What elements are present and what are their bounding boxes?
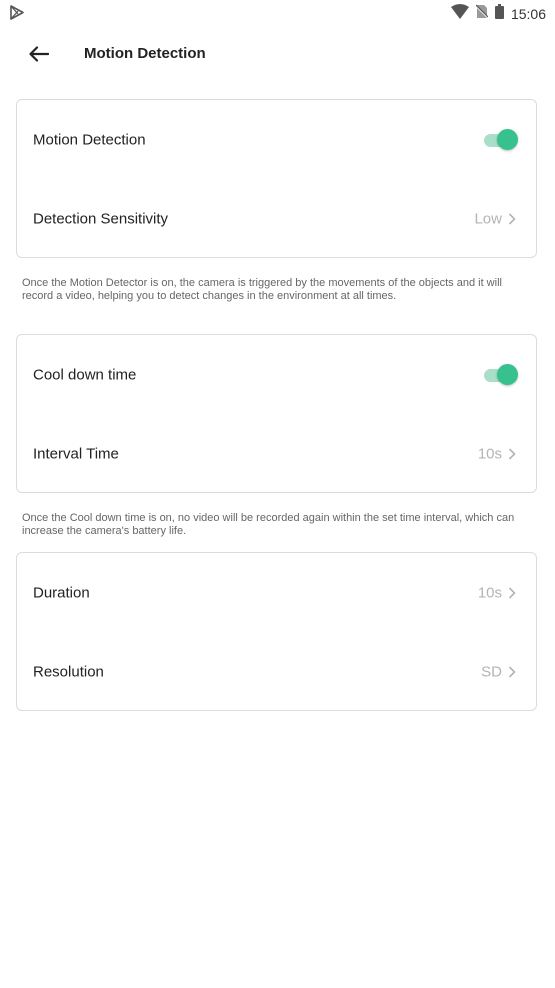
duration-value: 10s [477, 584, 502, 602]
chevron-right-icon [508, 213, 516, 225]
detection-sensitivity-row[interactable]: Detection Sensitivity Low [17, 179, 536, 259]
recording-settings-card: Duration 10s Resolution SD [16, 552, 537, 711]
status-time: 15:06 [510, 6, 546, 22]
detection-sensitivity-value: Low [474, 210, 502, 228]
motion-detection-note: Once the Motion Detector is on, the came… [22, 277, 502, 302]
wifi-icon [450, 4, 469, 24]
cool-down-toggle[interactable] [482, 364, 518, 386]
interval-time-label: Interval Time [33, 445, 119, 463]
chevron-right-icon [508, 666, 516, 678]
cool-down-label: Cool down time [33, 366, 137, 384]
no-sim-icon [475, 4, 489, 24]
resolution-value: SD [481, 663, 502, 681]
back-arrow-icon[interactable] [24, 40, 54, 68]
chevron-right-icon [508, 448, 516, 460]
cool-down-row: Cool down time [17, 335, 536, 415]
motion-detection-row: Motion Detection [17, 100, 536, 180]
battery-icon [494, 4, 504, 24]
resolution-row[interactable]: Resolution SD [17, 632, 536, 712]
page-title: Motion Detection [84, 45, 206, 62]
cooldown-settings-card: Cool down time Interval Time 10s [16, 334, 537, 493]
motion-detection-label: Motion Detection [33, 131, 146, 149]
motion-detection-toggle[interactable] [482, 129, 518, 151]
interval-time-row[interactable]: Interval Time 10s [17, 414, 536, 494]
duration-row[interactable]: Duration 10s [17, 553, 536, 633]
app-header: Motion Detection [0, 30, 555, 78]
interval-time-value: 10s [477, 445, 502, 463]
detection-sensitivity-label: Detection Sensitivity [33, 210, 169, 228]
resolution-label: Resolution [33, 663, 104, 681]
play-store-icon [10, 5, 24, 25]
motion-settings-card: Motion Detection Detection Sensitivity L… [16, 99, 537, 258]
chevron-right-icon [508, 587, 516, 599]
duration-label: Duration [33, 584, 90, 602]
cool-down-note: Once the Cool down time is on, no video … [22, 512, 515, 537]
status-bar: 15:06 [0, 0, 555, 26]
